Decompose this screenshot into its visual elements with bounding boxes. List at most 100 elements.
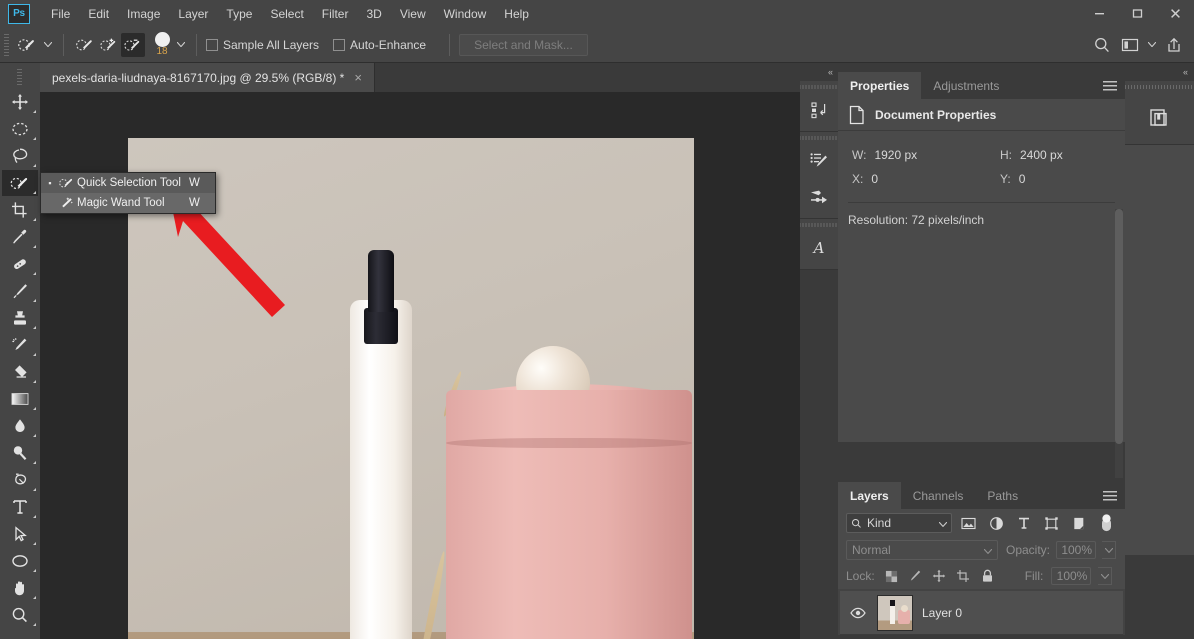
menu-layer[interactable]: Layer — [169, 3, 217, 25]
opacity-stepper[interactable] — [1102, 541, 1117, 559]
history-panel-button[interactable] — [800, 92, 838, 128]
workspace-chevron-icon[interactable] — [1146, 35, 1158, 55]
tool-flyout-menu[interactable]: ▪ Quick Selection Tool W Magic Wand Tool — [40, 172, 216, 214]
far-dock-collapse-button[interactable]: « — [1125, 63, 1194, 81]
brush-settings-button[interactable] — [800, 179, 838, 215]
spot-healing-brush-tool[interactable] — [2, 251, 38, 277]
fill-stepper[interactable] — [1098, 567, 1113, 585]
brush-size-picker[interactable]: 18 — [149, 32, 175, 57]
lock-transparent-pixels-button[interactable] — [883, 567, 900, 585]
chevron-down-icon[interactable] — [938, 516, 948, 530]
flyout-item-quick-selection-tool[interactable]: ▪ Quick Selection Tool W — [41, 173, 215, 193]
menu-select[interactable]: Select — [261, 3, 312, 25]
subtract-from-selection-button[interactable] — [121, 32, 145, 57]
tab-properties[interactable]: Properties — [838, 72, 922, 99]
brush-picker-chevron-icon[interactable] — [175, 35, 187, 55]
hand-tool[interactable] — [2, 575, 38, 601]
layers-panel-menu-icon[interactable] — [1103, 490, 1117, 501]
fill-input[interactable]: 100% — [1051, 567, 1092, 585]
maximize-button[interactable] — [1118, 0, 1156, 27]
pen-tool[interactable] — [2, 467, 38, 493]
glyphs-panel-button[interactable]: A — [800, 230, 838, 266]
dodge-tool[interactable] — [2, 440, 38, 466]
libraries-panel-button[interactable] — [1125, 92, 1194, 144]
brush-tool[interactable] — [2, 278, 38, 304]
tab-paths[interactable]: Paths — [975, 482, 1031, 509]
tool-preset-picker[interactable] — [15, 33, 54, 57]
property-width[interactable]: W: 1920 px — [852, 148, 1000, 162]
workspace-switcher-button[interactable] — [1118, 33, 1142, 57]
shape-layer-filter-button[interactable] — [1040, 513, 1062, 533]
eyedropper-tool[interactable] — [2, 224, 38, 250]
type-layer-filter-button[interactable] — [1013, 513, 1035, 533]
lock-position-button[interactable] — [931, 567, 948, 585]
brush-presets-button[interactable] — [800, 143, 838, 179]
opacity-input[interactable]: 100% — [1056, 541, 1097, 559]
sample-all-layers-option[interactable]: Sample All Layers — [206, 38, 319, 52]
panel-stack-grip[interactable] — [838, 63, 1125, 72]
options-bar-grip[interactable] — [4, 33, 9, 56]
rectangular-marquee-tool[interactable] — [2, 116, 38, 142]
menu-type[interactable]: Type — [217, 3, 261, 25]
document-tab[interactable]: pexels-daria-liudnaya-8167170.jpg @ 29.5… — [40, 63, 375, 92]
close-button[interactable] — [1156, 0, 1194, 27]
far-dock-grip[interactable] — [1125, 81, 1194, 92]
property-height[interactable]: H: 2400 px — [1000, 148, 1063, 162]
auto-enhance-checkbox[interactable] — [333, 38, 346, 51]
dock-group-grip-3[interactable] — [800, 219, 838, 230]
clone-stamp-tool[interactable] — [2, 305, 38, 331]
lock-all-button[interactable] — [979, 567, 996, 585]
edit-toolbar-button[interactable] — [2, 629, 38, 639]
new-selection-button[interactable] — [73, 33, 97, 57]
tab-adjustments[interactable]: Adjustments — [921, 72, 1012, 99]
select-and-mask-button[interactable]: Select and Mask... — [459, 33, 588, 56]
move-tool[interactable] — [2, 89, 38, 115]
share-button[interactable] — [1162, 33, 1186, 57]
menu-view[interactable]: View — [391, 3, 435, 25]
menu-image[interactable]: Image — [118, 3, 169, 25]
tools-panel-grip[interactable] — [17, 69, 22, 85]
chevron-down-icon[interactable] — [983, 543, 993, 557]
document-tab-close-icon[interactable]: × — [352, 71, 364, 84]
auto-enhance-option[interactable]: Auto-Enhance — [333, 38, 426, 52]
add-to-selection-button[interactable] — [97, 33, 121, 57]
smart-object-filter-button[interactable] — [1068, 513, 1090, 533]
menu-help[interactable]: Help — [495, 3, 538, 25]
dock-group-grip-2[interactable] — [800, 132, 838, 143]
minimize-button[interactable] — [1080, 0, 1118, 27]
menu-3d[interactable]: 3D — [357, 3, 390, 25]
crop-tool[interactable] — [2, 197, 38, 223]
layer-kind-filter[interactable]: Kind — [846, 513, 952, 533]
menu-file[interactable]: File — [42, 3, 79, 25]
tab-layers[interactable]: Layers — [838, 482, 901, 509]
menu-edit[interactable]: Edit — [79, 3, 118, 25]
lock-artboard-nesting-button[interactable] — [955, 567, 972, 585]
tool-preset-chevron-icon[interactable] — [42, 35, 54, 55]
history-brush-tool[interactable] — [2, 332, 38, 358]
menu-filter[interactable]: Filter — [313, 3, 358, 25]
dock-collapse-button[interactable]: « — [800, 63, 838, 81]
path-selection-tool[interactable] — [2, 521, 38, 547]
lock-image-pixels-button[interactable] — [907, 567, 924, 585]
dock-group-grip[interactable] — [800, 81, 838, 92]
lasso-tool[interactable] — [2, 143, 38, 169]
layer-thumbnail[interactable] — [877, 594, 913, 631]
search-button[interactable] — [1090, 33, 1114, 57]
layer-visibility-toggle[interactable] — [848, 607, 868, 619]
properties-scrollbar-thumb[interactable] — [1115, 209, 1123, 444]
layer-name[interactable]: Layer 0 — [922, 606, 962, 620]
flyout-item-magic-wand-tool[interactable]: Magic Wand Tool W — [41, 193, 215, 213]
type-tool[interactable] — [2, 494, 38, 520]
adjustment-layer-filter-button[interactable] — [985, 513, 1007, 533]
tab-channels[interactable]: Channels — [900, 482, 976, 509]
sample-all-layers-checkbox[interactable] — [206, 38, 218, 51]
pixel-layer-filter-button[interactable] — [958, 513, 980, 533]
gradient-tool[interactable] — [2, 386, 38, 412]
quick-selection-tool[interactable] — [2, 170, 38, 196]
menu-window[interactable]: Window — [435, 3, 496, 25]
properties-panel-menu-icon[interactable] — [1103, 80, 1117, 91]
eraser-tool[interactable] — [2, 359, 38, 385]
property-y[interactable]: Y: 0 — [1000, 172, 1025, 186]
blend-mode-select[interactable]: Normal — [846, 540, 998, 560]
ellipse-tool[interactable] — [2, 548, 38, 574]
